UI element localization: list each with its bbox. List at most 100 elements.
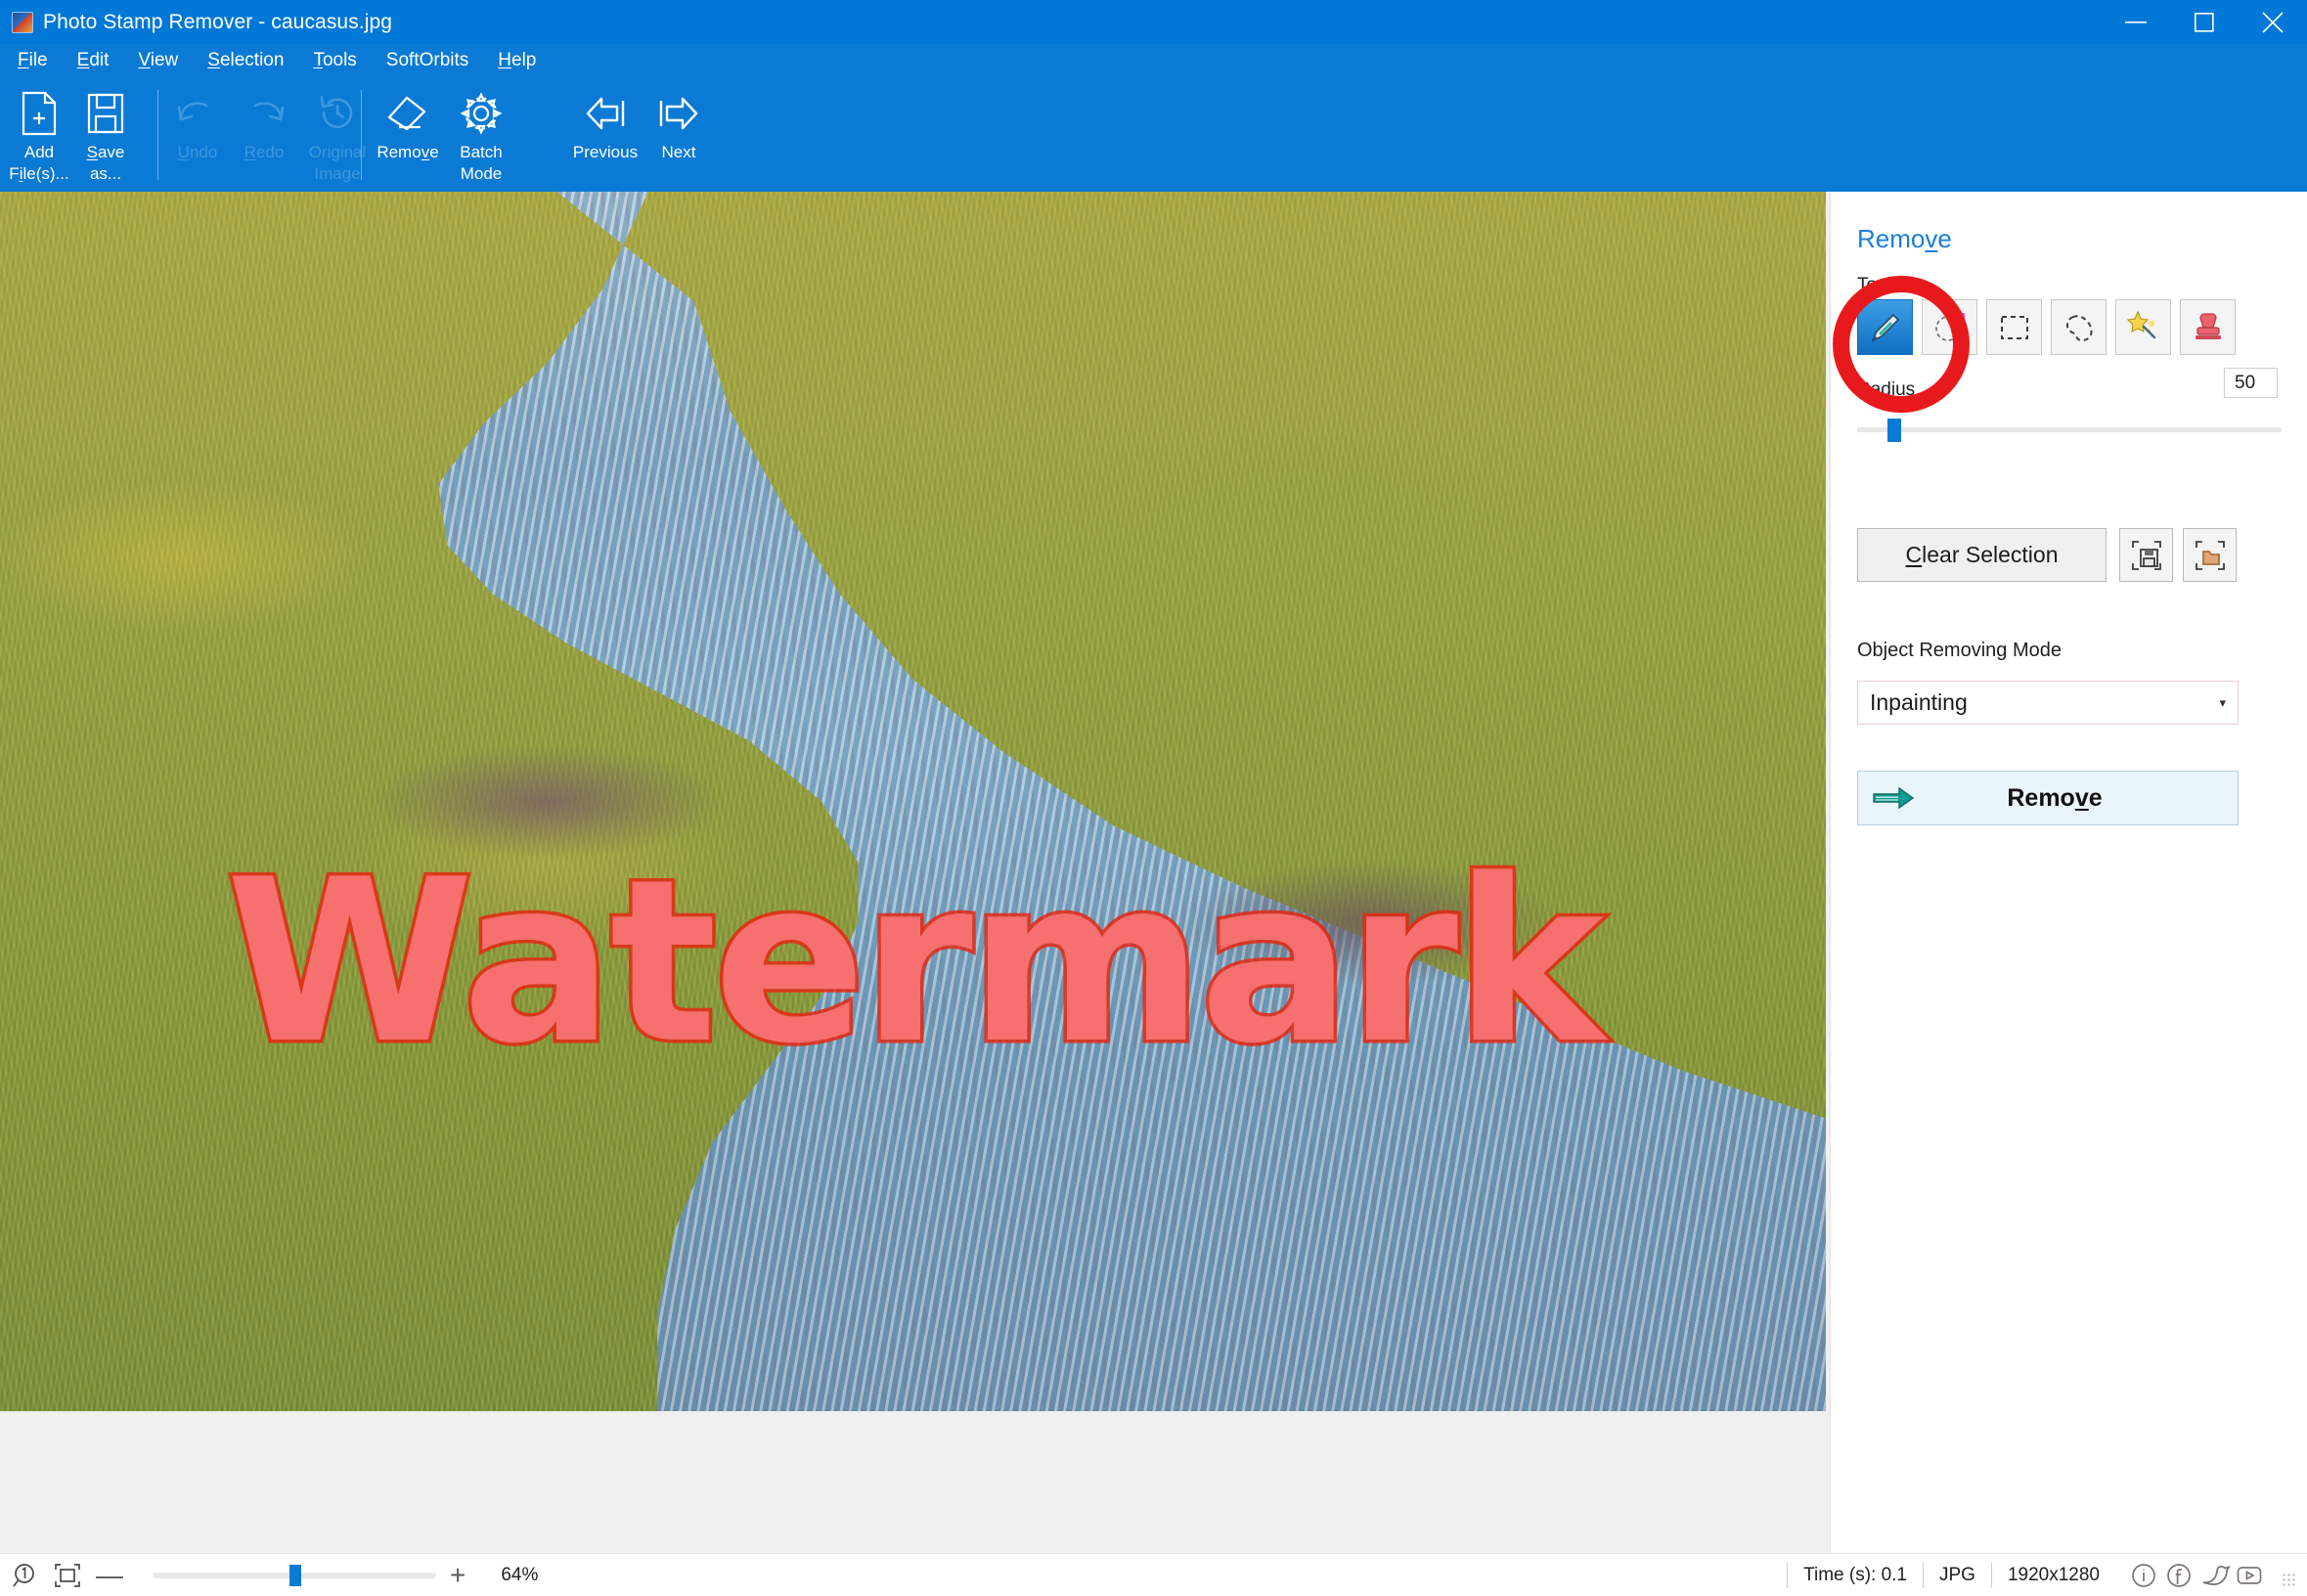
redo-label: Redo <box>244 143 285 161</box>
toolbar: Add File(s)... Save as... Undo Redo Orig… <box>0 76 2307 192</box>
lasso-tool-button[interactable] <box>2051 299 2107 355</box>
object-removing-mode-select[interactable]: Inpainting ▾ <box>1857 681 2239 725</box>
status-divider-1 <box>1787 1562 1789 1588</box>
close-button[interactable] <box>2239 0 2307 44</box>
menu-softorbits[interactable]: SoftOrbits <box>386 50 468 71</box>
menu-tools[interactable]: Tools <box>313 50 356 71</box>
menu-edit[interactable]: Edit <box>77 50 110 71</box>
highlighter-icon <box>1934 312 1965 341</box>
remove-toolbar-label: Remove <box>377 143 439 161</box>
toolbar-separator-1 <box>157 90 158 180</box>
batch-mode-label-1: Batch <box>460 143 503 161</box>
undo-button[interactable]: Undo <box>164 76 231 186</box>
save-selection-button[interactable] <box>2119 528 2173 582</box>
radius-slider-thumb[interactable] <box>1887 419 1901 442</box>
save-selection-icon <box>2131 540 2161 570</box>
object-removing-mode-label: Object Removing Mode <box>1857 640 2062 661</box>
dashed-rectangle-icon <box>2000 315 2028 339</box>
radius-slider-track <box>1857 427 2282 432</box>
zoom-slider[interactable] <box>153 1564 436 1586</box>
info-icon <box>2132 1563 2155 1587</box>
radius-slider[interactable] <box>1857 419 2282 442</box>
social-links <box>2129 1561 2268 1590</box>
previous-button[interactable]: Previous <box>565 76 645 186</box>
green-arrow-right-icon <box>1872 785 1919 811</box>
title-bar: Photo Stamp Remover - caucasus.jpg <box>0 0 2307 44</box>
tools-label: Tools <box>1857 275 1901 295</box>
remove-action-button[interactable]: Remove <box>1857 771 2239 825</box>
marker-tool-button[interactable] <box>1857 299 1913 355</box>
remove-action-label: Remove <box>2007 783 2103 812</box>
undo-label: Undo <box>177 143 218 161</box>
menu-bar: File Edit View Selection Tools SoftOrbit… <box>0 44 2307 76</box>
lasso-icon <box>2065 314 2093 341</box>
menu-file[interactable]: File <box>18 50 48 71</box>
add-files-label-1: Add <box>23 143 55 161</box>
object-removing-mode-value: Inpainting <box>1870 689 1968 715</box>
facebook-icon <box>2167 1563 2191 1587</box>
radius-input[interactable]: 50 <box>2224 368 2278 398</box>
youtube-icon <box>2237 1566 2262 1584</box>
previous-label: Previous <box>572 143 639 161</box>
arrow-left-icon <box>582 86 629 141</box>
clear-selection-button[interactable]: Clear Selection <box>1857 528 2107 582</box>
zoom-percent-label: 64% <box>501 1564 539 1585</box>
arrow-right-icon <box>655 86 702 141</box>
menu-view[interactable]: View <box>138 50 178 71</box>
rectangle-select-tool-button[interactable] <box>1986 299 2042 355</box>
zoom-out-button[interactable]: — <box>96 1561 123 1589</box>
magic-wand-icon <box>2126 309 2155 338</box>
document-plus-icon <box>20 86 59 141</box>
remove-toolbar-button[interactable]: Remove <box>368 76 448 186</box>
redo-button[interactable]: Redo <box>231 76 297 186</box>
application-window: Photo Stamp Remover - caucasus.jpg File … <box>0 0 2307 1596</box>
tools-row <box>1857 299 2236 355</box>
zoom-slider-thumb[interactable] <box>289 1564 301 1586</box>
app-photo-icon <box>12 11 33 33</box>
save-as-label-2: as... <box>89 164 122 183</box>
twitter-icon <box>2202 1565 2231 1585</box>
resize-grip-icon[interactable] <box>2282 1572 2297 1588</box>
file-format-label: JPG <box>1939 1564 1975 1585</box>
rubber-stamp-icon <box>2195 312 2221 339</box>
status-divider-2 <box>1923 1562 1924 1588</box>
menu-selection[interactable]: Selection <box>207 50 284 71</box>
save-as-label-1: Save <box>86 143 125 161</box>
menu-help[interactable]: Help <box>498 50 536 71</box>
processing-time-label: Time (s): 0.1 <box>1803 1564 1907 1585</box>
fit-to-window-icon[interactable] <box>53 1562 82 1589</box>
save-as-button[interactable]: Save as... <box>72 76 139 186</box>
panel-title: Remove <box>1857 224 1952 253</box>
next-label: Next <box>661 143 696 161</box>
toolbar-separator-2 <box>361 90 362 180</box>
status-bar-right: Time (s): 0.1 JPG 1920x1280 <box>1771 1561 2297 1590</box>
image-dimensions-label: 1920x1280 <box>2007 1564 2100 1585</box>
magic-wand-tool-button[interactable] <box>2115 299 2171 355</box>
status-divider-3 <box>1990 1562 1992 1588</box>
stamp-tool-button[interactable] <box>2180 299 2236 355</box>
undo-arrow-icon <box>175 86 220 141</box>
image-canvas-area[interactable]: Watermark <box>0 192 1830 1553</box>
marker-pen-icon <box>1870 313 1899 342</box>
maximize-button[interactable] <box>2170 0 2239 44</box>
photo-image[interactable]: Watermark <box>0 192 1826 1411</box>
add-files-button[interactable]: Add File(s)... <box>6 76 72 186</box>
gear-icon <box>460 86 503 141</box>
batch-mode-button[interactable]: Batch Mode <box>448 76 514 186</box>
photo-foreground-rock <box>0 192 1826 1411</box>
status-bar: — + 64% Time (s): 0.1 JPG 1920x1280 <box>0 1553 2307 1596</box>
floppy-disk-icon <box>86 86 125 141</box>
redo-arrow-icon <box>242 86 287 141</box>
right-panel: Remove Tools Radius 50 Clear Selection O… <box>1830 192 2307 1553</box>
highlighter-tool-button[interactable] <box>1922 299 1977 355</box>
window-controls <box>2102 0 2307 44</box>
chevron-down-icon: ▾ <box>2219 694 2226 710</box>
load-selection-icon <box>2195 540 2225 570</box>
zoom-in-button[interactable]: + <box>450 1561 466 1589</box>
eraser-icon <box>385 86 430 141</box>
next-button[interactable]: Next <box>645 76 712 186</box>
add-files-label-2: File(s)... <box>9 164 69 183</box>
minimize-button[interactable] <box>2102 0 2170 44</box>
zoom-actual-size-icon[interactable] <box>12 1562 41 1589</box>
load-selection-button[interactable] <box>2183 528 2237 582</box>
